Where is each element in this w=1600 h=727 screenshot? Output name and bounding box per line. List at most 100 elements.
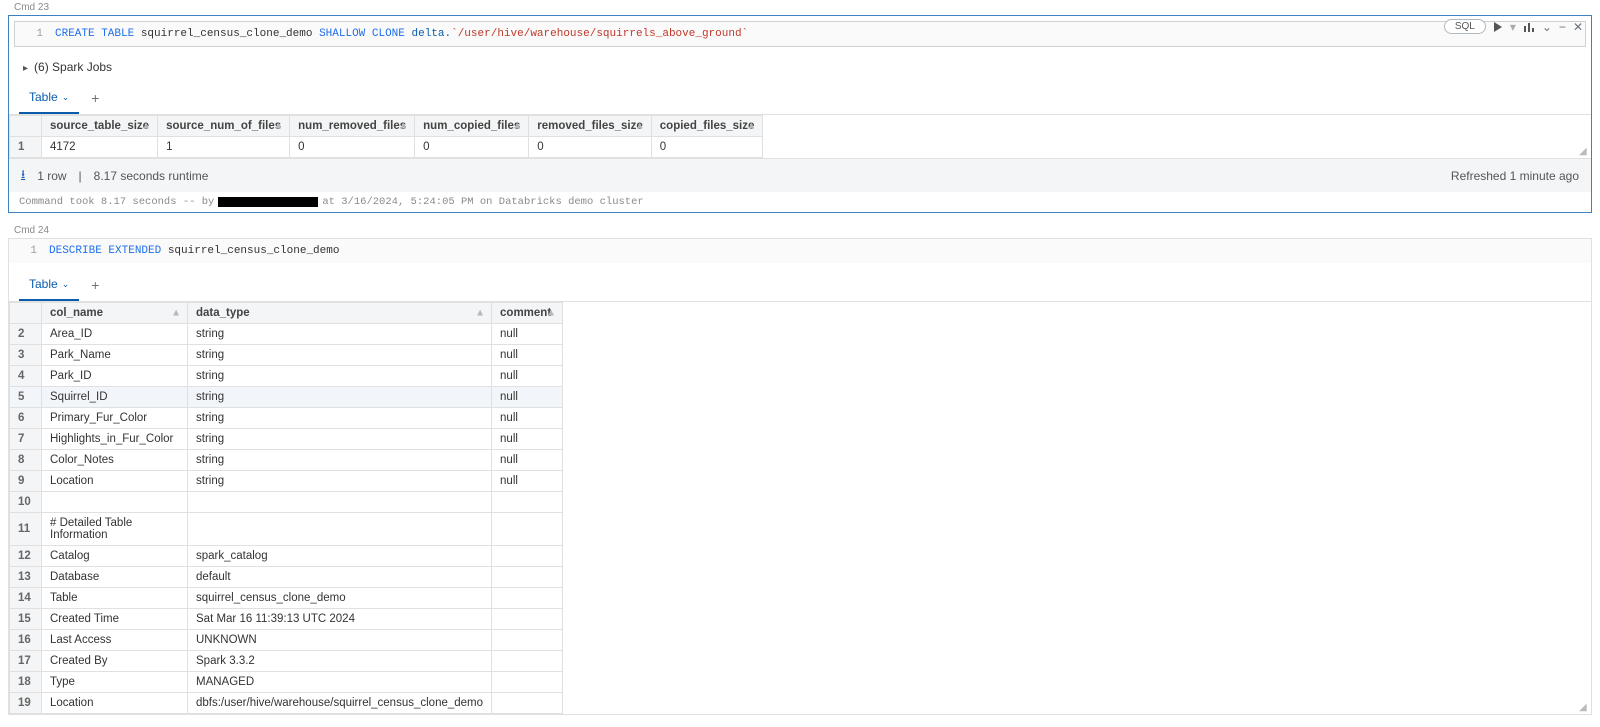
cell: Location (42, 471, 188, 492)
table-row[interactable]: 17Created BySpark 3.3.2 (10, 651, 563, 672)
download-icon[interactable]: ⭳ (21, 165, 25, 186)
close-icon[interactable]: ✕ (1573, 20, 1583, 34)
table-row[interactable]: 4Park_IDstringnull (10, 366, 563, 387)
more-menu-icon[interactable]: ⌄ (1542, 20, 1552, 34)
table-row[interactable]: 19Locationdbfs:/user/hive/warehouse/squi… (10, 693, 563, 714)
col-header[interactable]: num_removed_files▲ (290, 116, 415, 137)
row-index: 10 (10, 492, 42, 513)
sort-icon[interactable]: ▲ (398, 121, 408, 132)
row-index: 1 (10, 137, 42, 158)
row-index: 14 (10, 588, 42, 609)
cell: Created By (42, 651, 188, 672)
sort-icon[interactable]: ▲ (171, 308, 181, 319)
table-row[interactable]: 13Databasedefault (10, 567, 563, 588)
cell: default (188, 567, 492, 588)
sort-icon[interactable]: ▲ (546, 308, 556, 319)
cell: MANAGED (188, 672, 492, 693)
cell: string (188, 450, 492, 471)
spark-jobs-toggle[interactable]: (6) Spark Jobs (9, 52, 1591, 82)
cmd-label: Cmd 23 (8, 0, 1592, 15)
cell: string (188, 387, 492, 408)
table-row[interactable]: 12Catalogspark_catalog (10, 546, 563, 567)
add-tab-button[interactable]: + (79, 82, 111, 114)
cell: Sat Mar 16 11:39:13 UTC 2024 (188, 609, 492, 630)
cell: null (492, 429, 563, 450)
sort-icon[interactable]: ▲ (512, 121, 522, 132)
sort-icon[interactable]: ▲ (746, 121, 756, 132)
sort-icon[interactable]: ▲ (475, 308, 485, 319)
cell: string (188, 408, 492, 429)
table-row[interactable]: 6Primary_Fur_Colorstringnull (10, 408, 563, 429)
cell (492, 630, 563, 651)
col-header[interactable]: copied_files_size▲ (651, 116, 763, 137)
col-header[interactable]: num_copied_files▲ (415, 116, 529, 137)
cell (492, 546, 563, 567)
row-index: 15 (10, 609, 42, 630)
cell: 0 (651, 137, 763, 158)
sort-icon[interactable]: ▲ (635, 121, 645, 132)
col-header[interactable]: removed_files_size▲ (529, 116, 651, 137)
output-area: Table⌄ + col_name▲ data_type▲ comment▲ 2… (9, 269, 1591, 714)
row-count: 1 row (37, 169, 66, 183)
barchart-icon[interactable] (1523, 22, 1535, 32)
col-header[interactable]: source_num_of_files▲ (158, 116, 290, 137)
cell (492, 567, 563, 588)
cell (492, 513, 563, 546)
result-table: col_name▲ data_type▲ comment▲ 2Area_IDst… (9, 302, 1591, 714)
table-row[interactable]: 7Highlights_in_Fur_Colorstringnull (10, 429, 563, 450)
table-row[interactable]: 2Area_IDstringnull (10, 324, 563, 345)
table-row[interactable]: 1 4172 1 0 0 0 0 (10, 137, 763, 158)
result-table: source_table_size▲ source_num_of_files▲ … (9, 115, 1591, 158)
cell (492, 693, 563, 714)
refreshed-time: Refreshed 1 minute ago (1451, 169, 1579, 183)
tab-table[interactable]: Table⌄ (19, 269, 79, 301)
resize-handle[interactable]: ◢ (1579, 702, 1589, 712)
cell: Color_Notes (42, 450, 188, 471)
cell: Database (42, 567, 188, 588)
run-icon[interactable] (1493, 22, 1503, 32)
code-text[interactable]: CREATE TABLE squirrel_census_clone_demo … (51, 22, 1585, 46)
table-row[interactable]: 15Created TimeSat Mar 16 11:39:13 UTC 20… (10, 609, 563, 630)
cell: null (492, 324, 563, 345)
table-row[interactable]: 14Tablesquirrel_census_clone_demo (10, 588, 563, 609)
result-footer: ⭳ 1 row | 8.17 seconds runtime Refreshed… (9, 158, 1591, 192)
col-header[interactable]: comment▲ (492, 303, 563, 324)
row-index: 3 (10, 345, 42, 366)
cell: 0 (290, 137, 415, 158)
sort-icon[interactable]: ▲ (141, 121, 151, 132)
cell: Last Access (42, 630, 188, 651)
chevron-down-icon: ⌄ (62, 92, 70, 103)
sort-icon[interactable]: ▲ (273, 121, 283, 132)
cell: string (188, 471, 492, 492)
code-editor[interactable]: 1 CREATE TABLE squirrel_census_clone_dem… (14, 21, 1586, 47)
minimize-icon[interactable]: − (1559, 20, 1566, 34)
table-row[interactable]: 5Squirrel_IDstringnull (10, 387, 563, 408)
cell (492, 672, 563, 693)
tab-table[interactable]: Table⌄ (19, 82, 79, 114)
run-menu-caret[interactable]: ▾ (1510, 20, 1516, 34)
cell: null (492, 345, 563, 366)
add-tab-button[interactable]: + (79, 269, 111, 301)
col-header[interactable]: data_type▲ (188, 303, 492, 324)
code-text[interactable]: DESCRIBE EXTENDED squirrel_census_clone_… (45, 239, 1591, 263)
lang-pill[interactable]: SQL (1444, 19, 1486, 34)
table-row[interactable]: 11# Detailed Table Information (10, 513, 563, 546)
cell: null (492, 387, 563, 408)
table-row[interactable]: 3Park_Namestringnull (10, 345, 563, 366)
table-row[interactable]: 18TypeMANAGED (10, 672, 563, 693)
output-tabs: Table⌄ + (9, 82, 1591, 115)
code-editor[interactable]: 1 DESCRIBE EXTENDED squirrel_census_clon… (9, 239, 1591, 263)
table-row[interactable]: 9Locationstringnull (10, 471, 563, 492)
col-header[interactable]: col_name▲ (42, 303, 188, 324)
row-index: 13 (10, 567, 42, 588)
resize-handle[interactable]: ◢ (1579, 146, 1589, 156)
cell: Table (42, 588, 188, 609)
table-row[interactable]: 10 (10, 492, 563, 513)
row-index: 7 (10, 429, 42, 450)
table-row[interactable]: 8Color_Notesstringnull (10, 450, 563, 471)
cell: Location (42, 693, 188, 714)
cell: Spark 3.3.2 (188, 651, 492, 672)
row-index: 8 (10, 450, 42, 471)
col-header[interactable]: source_table_size▲ (42, 116, 158, 137)
table-row[interactable]: 16Last AccessUNKNOWN (10, 630, 563, 651)
